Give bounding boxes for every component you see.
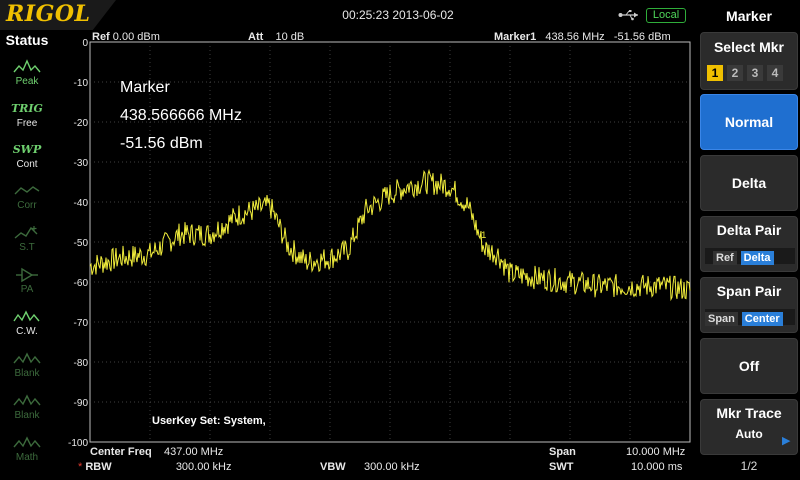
- span-pair-span-option[interactable]: Span: [705, 312, 738, 326]
- status-peak: Peak: [6, 58, 48, 94]
- status-cw: C.W.: [6, 308, 48, 344]
- marker-readout: Marker 438.566666 MHz -51.56 dBm: [120, 74, 242, 158]
- status-title: Status: [5, 32, 49, 48]
- status-math: Math: [6, 434, 48, 470]
- st-icon: [14, 226, 38, 239]
- marker-4-option[interactable]: 4: [767, 65, 783, 81]
- rbw-readout: * RBW 300.00 kHz: [78, 461, 232, 473]
- usb-icon: [618, 10, 638, 21]
- center-freq-readout: Center Freq 437.00 MHz: [90, 446, 224, 458]
- status-pa: PA: [6, 266, 48, 302]
- trig-icon: TRIG: [11, 102, 43, 115]
- span-key: Span: [549, 446, 576, 458]
- userkey-status: UserKey Set: System,: [152, 415, 266, 427]
- uncoupled-star-icon: *: [78, 461, 83, 473]
- y-tick-label: -100: [68, 438, 88, 449]
- page-indicator: 1/2: [740, 459, 758, 473]
- y-tick-label: -60: [74, 278, 89, 289]
- select-marker-key[interactable]: Select Mkr 1234: [700, 32, 798, 90]
- blank-icon: [13, 352, 41, 364]
- logo-text: RIGOL: [6, 1, 91, 27]
- normal-key[interactable]: Normal: [700, 94, 798, 150]
- y-tick-label: -80: [74, 358, 89, 369]
- y-tick-label: -20: [74, 118, 89, 129]
- off-key[interactable]: Off: [700, 338, 798, 394]
- marker-1-option[interactable]: 1: [707, 65, 723, 81]
- status-blank-2: Blank: [6, 392, 48, 428]
- y-tick-label: -50: [74, 238, 89, 249]
- swt-key: SWT: [549, 461, 574, 473]
- peak-icon: [13, 59, 41, 73]
- span-pair-key[interactable]: Span Pair Span Center: [700, 277, 798, 333]
- blank-icon: [13, 394, 41, 406]
- status-st: S.T: [6, 224, 48, 260]
- span-pair-center-option[interactable]: Center: [741, 312, 783, 326]
- logo: RIGOL: [0, 0, 116, 30]
- local-status-badge: Local: [646, 8, 686, 23]
- delta-pair-delta-option[interactable]: Delta: [740, 251, 774, 265]
- top-bar: RIGOL 00:25:23 2013-06-02 Local: [0, 0, 697, 30]
- marker-readout-title: Marker: [120, 79, 170, 96]
- y-tick-label: -10: [74, 78, 89, 89]
- status-trigger: TRIG Free: [6, 100, 48, 136]
- status-corr: Corr: [6, 182, 48, 218]
- y-tick-label: -70: [74, 318, 89, 329]
- y-tick-label: -40: [74, 198, 89, 209]
- softkey-menu: Marker Select Mkr 1234 Normal Delta Delt…: [698, 0, 800, 480]
- sweep-icon: SWP: [12, 143, 42, 156]
- y-tick-label: -30: [74, 158, 89, 169]
- delta-pair-key[interactable]: Delta Pair Ref Delta: [700, 216, 798, 272]
- pa-icon: [16, 267, 38, 283]
- marker-readout-freq: 438.566666 MHz: [120, 107, 242, 124]
- span-value: 10.000 MHz: [626, 446, 686, 458]
- datetime: 00:25:23 2013-06-02: [342, 8, 454, 22]
- delta-key[interactable]: Delta: [700, 155, 798, 211]
- marker-1-label: 1: [481, 230, 486, 240]
- delta-pair-ref-option[interactable]: Ref: [713, 251, 737, 265]
- vbw-readout: VBW 300.00 kHz: [320, 461, 420, 473]
- y-tick-label: -90: [74, 398, 89, 409]
- status-blank-1: Blank: [6, 350, 48, 386]
- menu-title: Marker: [726, 8, 772, 24]
- status-sweep: SWP Cont: [6, 141, 48, 177]
- y-tick-label: 0: [82, 38, 88, 49]
- marker-3-option[interactable]: 3: [747, 65, 763, 81]
- math-icon: [13, 436, 41, 448]
- corr-icon: [14, 186, 40, 195]
- submenu-arrow-icon: ▶: [782, 435, 791, 447]
- marker-selector: 1234: [707, 64, 787, 81]
- marker-2-option[interactable]: 2: [727, 65, 743, 81]
- delta-pair-toggle: Ref Delta: [705, 248, 795, 265]
- status-panel: Status Peak TRIG Free SWP Cont Corr S.T …: [0, 30, 54, 480]
- span-pair-toggle: Span Center: [705, 309, 795, 326]
- swt-value: 10.000 ms: [631, 461, 683, 473]
- cw-icon: [13, 310, 40, 322]
- marker-readout-level: -51.56 dBm: [120, 135, 203, 152]
